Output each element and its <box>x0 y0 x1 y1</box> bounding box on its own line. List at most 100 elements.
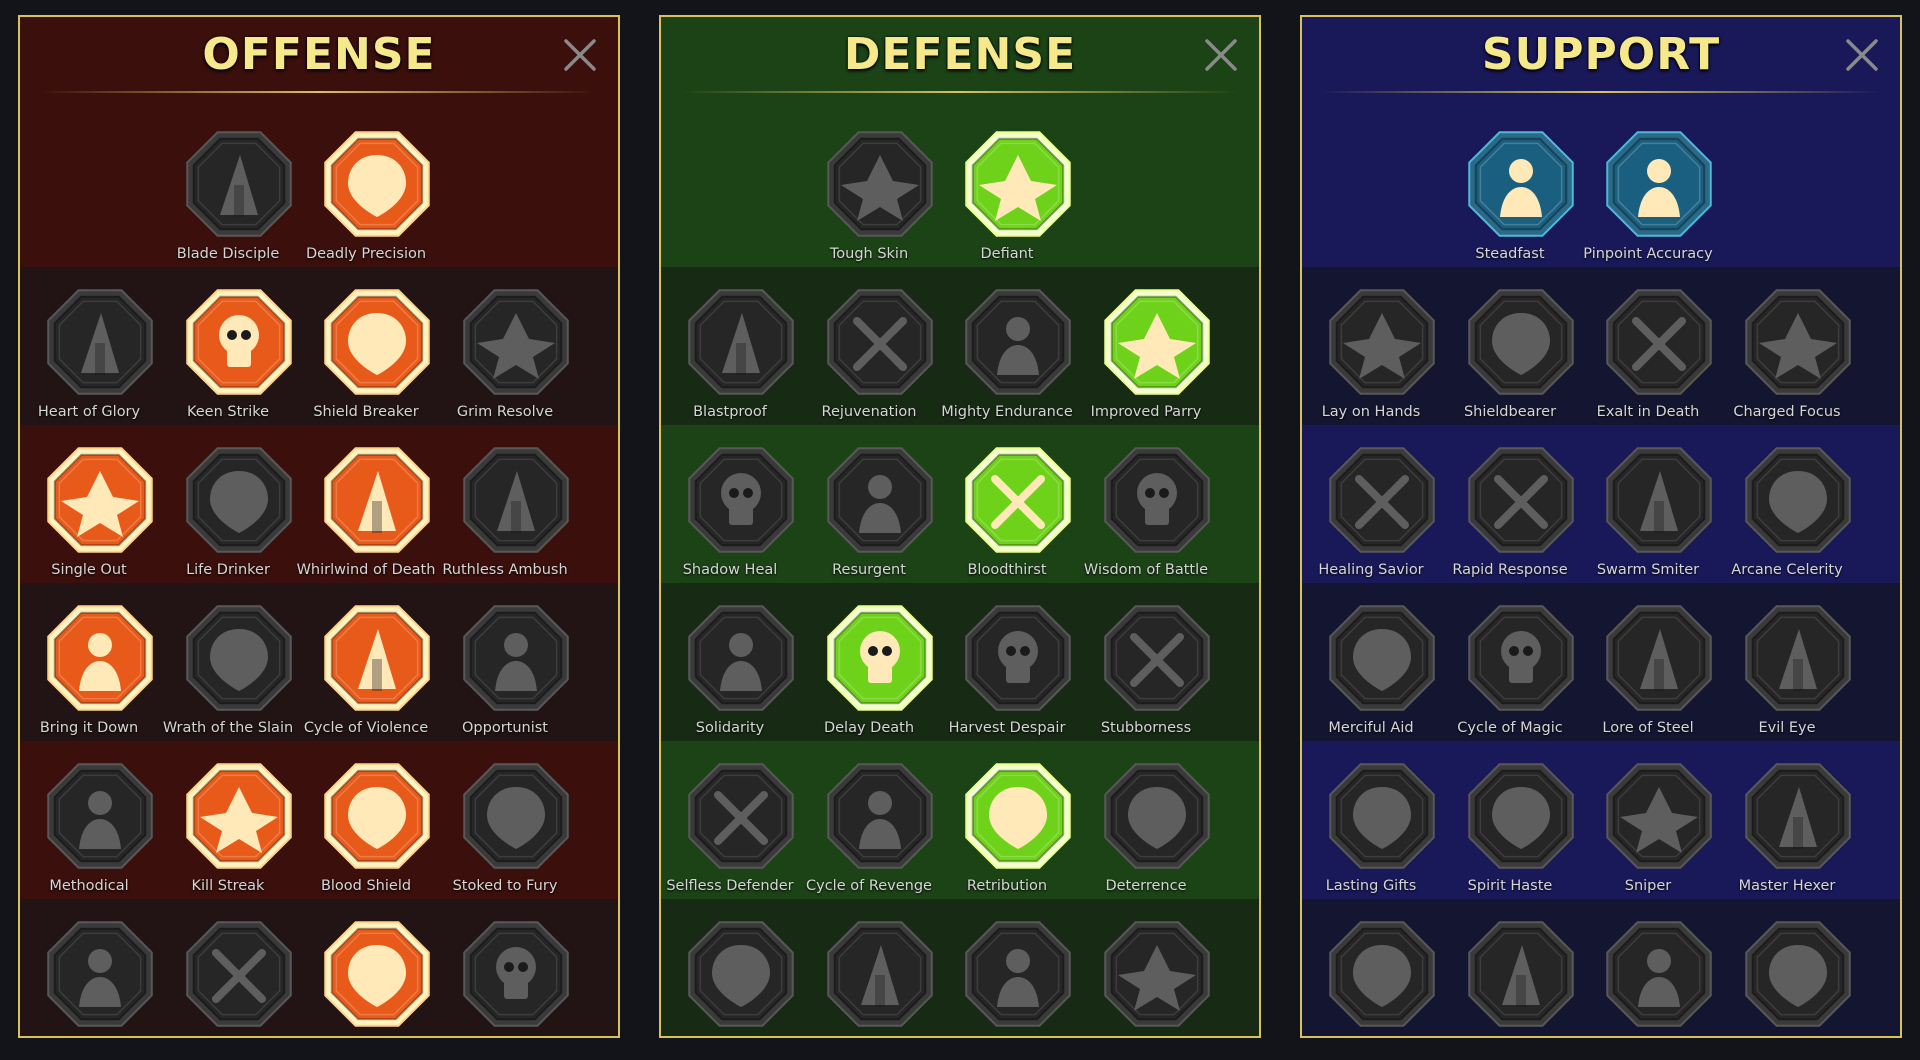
skill-iron-skin[interactable]: Iron Skin <box>661 915 800 1036</box>
skill-cycle-of-revenge[interactable]: Cycle of Revenge <box>799 757 939 907</box>
skill-flawless-execution[interactable]: Flawless Execution <box>435 915 575 1036</box>
skill-timely-intervention[interactable]: Timely Intervention <box>1440 915 1580 1036</box>
support-panel: SUPPORT Steadfast Pinpoint Accuracy Lay … <box>1300 15 1902 1038</box>
skill-label: Evil Eye <box>1758 720 1816 736</box>
skill-life-drinker[interactable]: Life Drinker <box>158 441 298 591</box>
skill-elixir-of-life[interactable]: Elixir of Life <box>1302 915 1441 1036</box>
skill-deterrence[interactable]: Deterrence <box>1076 757 1216 907</box>
skill-swarm-smiter[interactable]: Swarm Smiter <box>1578 441 1718 591</box>
skill-grim-resolve[interactable]: Grim Resolve <box>435 283 575 433</box>
skill-label: Whirlwind of Death <box>296 562 436 578</box>
bull-head-icon <box>1098 599 1216 717</box>
skill-stoked-to-fury[interactable]: Stoked to Fury <box>435 757 575 907</box>
skill-label: Deterrence <box>1105 878 1187 894</box>
skill-single-out[interactable]: Single Out <box>20 441 159 591</box>
skill-steadfast[interactable]: Steadfast <box>1440 125 1580 275</box>
skill-keen-strike[interactable]: Keen Strike <box>158 283 298 433</box>
support-header: SUPPORT <box>1302 17 1900 93</box>
skill-giant-slayer[interactable]: Giant Slayer <box>296 915 436 1036</box>
skill-unshakeable[interactable]: Unshakeable <box>1076 915 1216 1036</box>
axe-icon <box>318 599 436 717</box>
skill-rejuvenation[interactable]: Rejuvenation <box>799 283 939 433</box>
skill-spirit-haste[interactable]: Spirit Haste <box>1440 757 1580 907</box>
skill-lore-of-steel[interactable]: Lore of Steel <box>1578 599 1718 749</box>
skill-lay-on-hands[interactable]: Lay on Hands <box>1302 283 1441 433</box>
skill-label: Warmaster <box>18 1036 169 1038</box>
skill-resurgent[interactable]: Resurgent <box>799 441 939 591</box>
lightning-icon <box>1462 441 1580 559</box>
skill-methodical[interactable]: Methodical <box>20 757 159 907</box>
skill-selfless-defender[interactable]: Selfless Defender <box>661 757 800 907</box>
close-icon[interactable] <box>560 35 600 75</box>
skill-mighty-endurance[interactable]: Mighty Endurance <box>937 283 1077 433</box>
skill-helmsmasher[interactable]: Helmsmasher <box>158 915 298 1036</box>
skill-merciful-aid[interactable]: Merciful Aid <box>1302 599 1441 749</box>
skill-ruthless-ambush[interactable]: Ruthless Ambush <box>435 441 575 591</box>
skill-evil-eye[interactable]: Evil Eye <box>1717 599 1857 749</box>
skill-label: Spirit Haste <box>1467 878 1553 894</box>
skill-label: Helmsmasher <box>148 1036 308 1038</box>
skill-deadly-precision[interactable]: Deadly Precision <box>296 125 436 275</box>
anatomical-heart-icon <box>821 283 939 401</box>
skill-shield-breaker[interactable]: Shield Breaker <box>296 283 436 433</box>
skill-label: Unshakeable <box>1066 1036 1226 1038</box>
skill-label: Swarm Smiter <box>1596 562 1700 578</box>
compass-star-icon <box>1323 757 1441 875</box>
skill-oppressor[interactable]: Oppressor <box>1578 915 1718 1036</box>
skill-bloodthirst[interactable]: Bloodthirst <box>937 441 1077 591</box>
close-icon[interactable] <box>1842 35 1882 75</box>
skill-shadow-heal[interactable]: Shadow Heal <box>661 441 800 591</box>
praying-hands-icon <box>1323 283 1441 401</box>
skill-label: Harvest Despair <box>948 720 1066 736</box>
skill-label: Blade Disciple <box>176 246 280 262</box>
skill-lasting-gifts[interactable]: Lasting Gifts <box>1302 757 1441 907</box>
skill-label: Blood Shield <box>320 878 412 894</box>
skill-solidarity[interactable]: Solidarity <box>661 599 800 749</box>
skill-eagle-eye[interactable]: Eagle-Eye <box>1717 915 1857 1036</box>
skill-label: Improved Parry <box>1090 404 1202 420</box>
skill-whirlwind-of-death[interactable]: Whirlwind of Death <box>296 441 436 591</box>
skill-blood-shield[interactable]: Blood Shield <box>296 757 436 907</box>
skill-warmaster[interactable]: Warmaster <box>20 915 159 1036</box>
skill-blade-disciple[interactable]: Blade Disciple <box>158 125 298 275</box>
skill-exalt-in-death[interactable]: Exalt in Death <box>1578 283 1718 433</box>
close-icon[interactable] <box>1201 35 1241 75</box>
skill-defiant[interactable]: Defiant <box>937 125 1077 275</box>
skill-tough-skin[interactable]: Tough Skin <box>799 125 939 275</box>
skill-delay-death[interactable]: Delay Death <box>799 599 939 749</box>
hand-orb-icon <box>1098 757 1216 875</box>
skill-retribution[interactable]: Retribution <box>937 757 1077 907</box>
skill-sniper[interactable]: Sniper <box>1578 757 1718 907</box>
skill-stubborness[interactable]: Stubborness <box>1076 599 1216 749</box>
skill-bulwark[interactable]: Bulwark <box>799 915 939 1036</box>
blades-wreath-icon <box>41 757 159 875</box>
skill-arcane-celerity[interactable]: Arcane Celerity <box>1717 441 1857 591</box>
skill-label: Wisdom of Battle <box>1083 562 1209 578</box>
skill-cycle-of-violence[interactable]: Cycle of Violence <box>296 599 436 749</box>
skill-label: Master Hexer <box>1738 878 1836 894</box>
skill-improved-parry[interactable]: Improved Parry <box>1076 283 1216 433</box>
spiked-warrior-icon <box>682 915 800 1033</box>
skill-opportunist[interactable]: Opportunist <box>435 599 575 749</box>
skill-shieldbearer[interactable]: Shieldbearer <box>1440 283 1580 433</box>
skill-bring-it-down[interactable]: Bring it Down <box>20 599 159 749</box>
skill-blastproof[interactable]: Blastproof <box>661 283 800 433</box>
skill-master-hexer[interactable]: Master Hexer <box>1717 757 1857 907</box>
winged-figure-icon <box>1739 441 1857 559</box>
skill-charged-focus[interactable]: Charged Focus <box>1717 283 1857 433</box>
winged-boot-icon <box>1462 757 1580 875</box>
skill-kill-streak[interactable]: Kill Streak <box>158 757 298 907</box>
skill-wisdom-of-battle[interactable]: Wisdom of Battle <box>1076 441 1216 591</box>
skill-fearsome-presence[interactable]: Fearsome Presence <box>937 915 1077 1036</box>
skill-harvest-despair[interactable]: Harvest Despair <box>937 599 1077 749</box>
target-swoosh-icon <box>1600 125 1718 243</box>
skill-wrath-of-the-slain[interactable]: Wrath of the Slain <box>158 599 298 749</box>
skill-cycle-of-magic[interactable]: Cycle of Magic <box>1440 599 1580 749</box>
skill-rapid-response[interactable]: Rapid Response <box>1440 441 1580 591</box>
skill-label: Rapid Response <box>1452 562 1568 578</box>
skill-healing-savior[interactable]: Healing Savior <box>1302 441 1441 591</box>
skill-heart-of-glory[interactable]: Heart of Glory <box>20 283 159 433</box>
fist-hammer-icon <box>180 599 298 717</box>
heart-plus-icon <box>1462 125 1580 243</box>
skill-pinpoint-accuracy[interactable]: Pinpoint Accuracy <box>1578 125 1718 275</box>
